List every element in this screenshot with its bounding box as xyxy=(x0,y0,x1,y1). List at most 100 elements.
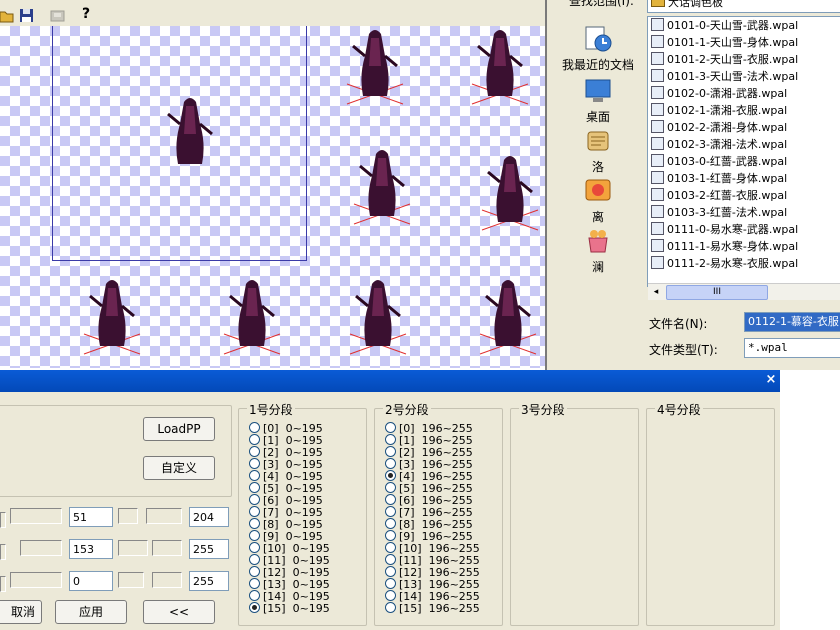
segment-option[interactable]: [9] 196~255 xyxy=(385,530,473,543)
radio-button[interactable] xyxy=(385,554,396,565)
segment-option[interactable]: [6] 196~255 xyxy=(385,494,473,507)
segment-option[interactable]: [0] 0~195 xyxy=(249,422,323,435)
radio-button[interactable] xyxy=(385,446,396,457)
segment-option[interactable]: [8] 0~195 xyxy=(249,518,323,531)
segment-option[interactable]: [2] 196~255 xyxy=(385,446,473,459)
file-list-item[interactable]: 0103-2-红蔷-衣服.wpal xyxy=(648,187,840,204)
segment-option[interactable]: [3] 0~195 xyxy=(249,458,323,471)
segment-option[interactable]: [14] 0~195 xyxy=(249,590,330,603)
slider[interactable] xyxy=(118,572,144,588)
file-list-item[interactable]: 0102-2-潇湘-身体.wpal xyxy=(648,119,840,136)
file-list-item[interactable]: 0101-3-天山雪-法术.wpal xyxy=(648,68,840,85)
segment-option[interactable]: [5] 196~255 xyxy=(385,482,473,495)
slider[interactable] xyxy=(118,540,148,556)
segment-option[interactable]: [4] 196~255 xyxy=(385,470,473,483)
file-list-item[interactable]: 0103-0-红蔷-武器.wpal xyxy=(648,153,840,170)
radio-button[interactable] xyxy=(385,470,396,481)
file-list-item[interactable]: 0102-0-潇湘-武器.wpal xyxy=(648,85,840,102)
slider[interactable] xyxy=(10,572,62,588)
file-list[interactable]: 0101-0-天山雪-武器.wpal 0101-1-天山雪-身体.wpal 0101… xyxy=(647,16,840,287)
sprite-canvas[interactable] xyxy=(0,26,545,368)
segment-option[interactable]: [7] 196~255 xyxy=(385,506,473,519)
segment-option[interactable]: [0] 196~255 xyxy=(385,422,473,435)
file-list-item[interactable]: 0101-0-天山雪-武器.wpal xyxy=(648,17,840,34)
r1-right-value[interactable]: 204 xyxy=(189,507,229,527)
segment-option[interactable]: [1] 0~195 xyxy=(249,434,323,447)
r3-left-value[interactable]: 0 xyxy=(69,571,113,591)
close-icon[interactable]: × xyxy=(764,373,778,387)
segment-option[interactable]: [11] 0~195 xyxy=(249,554,330,567)
radio-button[interactable] xyxy=(249,494,260,505)
file-list-hscrollbar[interactable]: ◂ III xyxy=(648,283,840,300)
radio-button[interactable] xyxy=(385,542,396,553)
custom-button[interactable]: 自定义 xyxy=(143,456,215,480)
segment-option[interactable]: [8] 196~255 xyxy=(385,518,473,531)
radio-button[interactable] xyxy=(249,422,260,433)
cancel-button[interactable]: 取消 xyxy=(0,600,42,624)
radio-button[interactable] xyxy=(249,590,260,601)
radio-button[interactable] xyxy=(385,494,396,505)
filename-input[interactable]: 0112-1-慕容-衣服 xyxy=(744,312,840,332)
radio-button[interactable] xyxy=(249,578,260,589)
file-list-item[interactable]: 0111-2-易水寒-衣服.wpal xyxy=(648,255,840,272)
file-list-item[interactable]: 0102-3-潇湘-法术.wpal xyxy=(648,136,840,153)
loadpp-button[interactable]: LoadPP xyxy=(143,417,215,441)
radio-button[interactable] xyxy=(249,446,260,457)
segment-option[interactable]: [7] 0~195 xyxy=(249,506,323,519)
slider[interactable] xyxy=(152,572,182,588)
radio-button[interactable] xyxy=(385,518,396,529)
radio-button[interactable] xyxy=(249,518,260,529)
radio-button[interactable] xyxy=(249,566,260,577)
slider[interactable] xyxy=(10,508,62,524)
lookin-combobox[interactable]: 大话调色板 xyxy=(647,0,840,13)
radio-button[interactable] xyxy=(385,566,396,577)
radio-button[interactable] xyxy=(249,506,260,517)
radio-button[interactable] xyxy=(385,506,396,517)
segment-option[interactable]: [13] 0~195 xyxy=(249,578,330,591)
scroll-thumb[interactable]: III xyxy=(666,285,768,300)
radio-button[interactable] xyxy=(385,458,396,469)
palette-titlebar[interactable]: × xyxy=(0,370,780,392)
segment-option[interactable]: [14] 196~255 xyxy=(385,590,480,603)
radio-button[interactable] xyxy=(385,482,396,493)
segment-option[interactable]: [3] 196~255 xyxy=(385,458,473,471)
slider[interactable] xyxy=(0,544,6,560)
radio-button[interactable] xyxy=(249,542,260,553)
file-list-item[interactable]: 0101-1-天山雪-身体.wpal xyxy=(648,34,840,51)
place-luo[interactable]: 洛 xyxy=(559,126,637,175)
slider[interactable] xyxy=(0,576,6,592)
file-list-item[interactable]: 0102-1-潇湘-衣服.wpal xyxy=(648,102,840,119)
r2-left-value[interactable]: 153 xyxy=(69,539,113,559)
segment-option[interactable]: [15] 0~195 xyxy=(249,602,330,615)
place-recent-documents[interactable]: 我最近的文档 xyxy=(559,24,637,73)
radio-button[interactable] xyxy=(249,458,260,469)
place-desktop[interactable]: 桌面 xyxy=(559,76,637,125)
slider[interactable] xyxy=(152,540,182,556)
radio-button[interactable] xyxy=(249,434,260,445)
segment-option[interactable]: [10] 196~255 xyxy=(385,542,480,555)
segment-option[interactable]: [13] 196~255 xyxy=(385,578,480,591)
segment-option[interactable]: [10] 0~195 xyxy=(249,542,330,555)
radio-button[interactable] xyxy=(385,590,396,601)
segment-option[interactable]: [6] 0~195 xyxy=(249,494,323,507)
file-list-item[interactable]: 0101-2-天山雪-衣服.wpal xyxy=(648,51,840,68)
radio-button[interactable] xyxy=(249,530,260,541)
file-list-item[interactable]: 0103-1-红蔷-身体.wpal xyxy=(648,170,840,187)
r3-right-value[interactable]: 255 xyxy=(189,571,229,591)
radio-button[interactable] xyxy=(385,530,396,541)
segment-option[interactable]: [12] 196~255 xyxy=(385,566,480,579)
save-icon[interactable] xyxy=(19,8,34,23)
slider[interactable] xyxy=(146,508,182,524)
radio-button[interactable] xyxy=(385,434,396,445)
filetype-select[interactable]: *.wpal xyxy=(744,338,840,358)
segment-option[interactable]: [4] 0~195 xyxy=(249,470,323,483)
slider[interactable] xyxy=(0,512,6,528)
radio-button[interactable] xyxy=(385,602,396,613)
segment-option[interactable]: [11] 196~255 xyxy=(385,554,480,567)
file-list-item[interactable]: 0111-1-易水寒-身体.wpal xyxy=(648,238,840,255)
r2-right-value[interactable]: 255 xyxy=(189,539,229,559)
radio-button[interactable] xyxy=(249,470,260,481)
slider[interactable] xyxy=(118,508,138,524)
back-button[interactable]: << xyxy=(143,600,215,624)
segment-option[interactable]: [1] 196~255 xyxy=(385,434,473,447)
